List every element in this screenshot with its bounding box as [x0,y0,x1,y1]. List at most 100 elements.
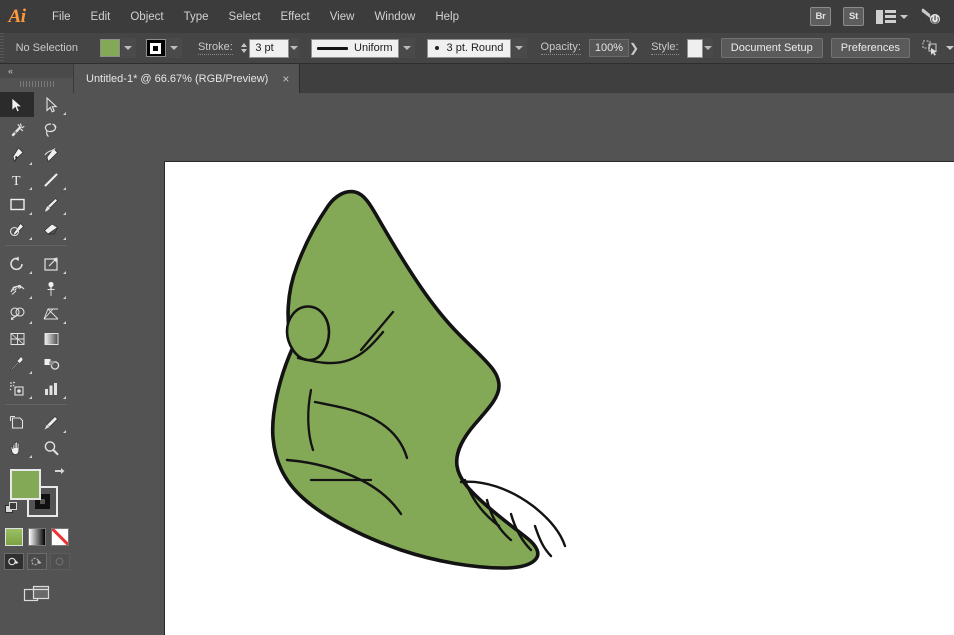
column-graph-tool[interactable] [34,376,68,401]
app-logo-icon: Ai [0,0,34,33]
pen-tool[interactable] [0,142,34,167]
stroke-profile-select[interactable]: Uniform [311,39,399,58]
tool-divider-1 [5,245,67,246]
eyedropper-tool[interactable] [0,351,34,376]
fill-color-dropdown[interactable] [121,38,136,58]
tools-grid-navigation [0,408,72,460]
menu-items: File Edit Object Type Select Effect View… [42,0,469,33]
hand-tool[interactable] [0,435,34,460]
draw-behind-button[interactable] [27,553,47,570]
menu-view[interactable]: View [320,6,365,28]
mesh-tool[interactable] [0,326,34,351]
stroke-weight-input[interactable]: 3 pt [249,39,288,58]
eraser-tool[interactable] [34,217,68,242]
close-icon[interactable]: × [282,73,289,85]
chevron-down-icon [900,15,908,19]
menu-select[interactable]: Select [219,6,271,28]
tool-divider-2 [5,404,67,405]
tools-grid-transform [0,249,72,401]
artboard[interactable]: B ® [164,161,954,635]
magic-wand-tool[interactable] [0,117,34,142]
graphic-style-dropdown[interactable] [704,38,713,58]
color-mode-button[interactable] [5,528,23,546]
stroke-color-dropdown[interactable] [167,38,182,58]
selection-status: No Selection [16,42,78,54]
opacity-label: Opacity: [541,41,581,55]
swap-fill-stroke-icon[interactable] [52,466,66,480]
menu-effect[interactable]: Effect [271,6,320,28]
gradient-mode-button[interactable] [28,528,46,546]
control-bar-grip[interactable] [0,33,4,63]
default-fill-stroke-icon[interactable] [5,502,18,515]
opacity-options-button[interactable]: ❯ [629,38,639,58]
bridge-icon: Br [810,7,831,26]
direct-selection-tool[interactable] [34,92,68,117]
scale-tool[interactable] [34,251,68,276]
document-setup-button[interactable]: Document Setup [721,38,823,58]
gradient-tool[interactable] [34,326,68,351]
search-icon [920,8,942,26]
menu-help[interactable]: Help [425,6,469,28]
screen-mode-button[interactable] [0,584,73,604]
zoom-tool[interactable] [34,435,68,460]
selection-tool[interactable] [0,92,34,117]
illustrator-window: Ai File Edit Object Type Select Effect V… [0,0,954,635]
uniform-stroke-icon [317,47,348,50]
shape-builder-tool[interactable] [0,301,34,326]
tools-panel-grip[interactable] [0,78,73,90]
width-tool[interactable] [0,276,34,301]
draw-inside-button[interactable] [50,553,70,570]
brush-definition-dropdown[interactable] [512,38,527,58]
brush-icon [435,46,439,50]
tools-grid-primary: T [0,90,72,242]
toolbar-fill-swatch[interactable] [10,469,41,500]
stroke-color-swatch[interactable] [146,39,166,57]
slice-tool[interactable] [34,410,68,435]
shaper-tool[interactable] [0,217,34,242]
blend-tool[interactable] [34,351,68,376]
stock-button[interactable]: St [843,7,864,26]
menu-type[interactable]: Type [174,6,219,28]
arrange-documents-button[interactable] [876,10,908,24]
select-similar-objects-icon[interactable] [922,40,940,56]
rectangle-tool[interactable] [0,192,34,217]
none-mode-button[interactable] [51,528,69,546]
stroke-weight-stepper[interactable] [241,39,248,57]
artboard-tool[interactable] [0,410,34,435]
fill-type-buttons [0,528,73,546]
preferences-button[interactable]: Preferences [831,38,910,58]
opacity-input[interactable]: 100% [589,39,629,57]
free-transform-tool[interactable] [34,276,68,301]
color-controls [0,464,72,524]
draw-normal-button[interactable] [4,553,24,570]
document-tab[interactable]: Untitled-1* @ 66.67% (RGB/Preview) × [74,64,300,93]
paintbrush-tool[interactable] [34,192,68,217]
perspective-grid-tool[interactable] [34,301,68,326]
arrange-documents-icon [876,10,896,24]
collapse-panel-icon[interactable]: « [8,66,12,76]
curvature-tool[interactable] [34,142,68,167]
line-segment-tool[interactable] [34,167,68,192]
type-tool[interactable]: T [0,167,34,192]
svg-text:T: T [12,174,21,188]
menu-edit[interactable]: Edit [81,6,121,28]
stroke-weight-dropdown[interactable] [290,38,299,58]
green-hand-illustration[interactable] [165,162,765,582]
graphic-style-swatch[interactable] [687,39,703,58]
stroke-profile-dropdown[interactable] [400,38,415,58]
symbol-sprayer-tool[interactable] [0,376,34,401]
drawing-mode-buttons [0,553,73,570]
rotate-tool[interactable] [0,251,34,276]
fill-color-swatch[interactable] [100,39,120,57]
control-bar: No Selection Stroke: 3 pt Uniform 3 pt. [0,33,954,64]
menu-window[interactable]: Window [364,6,425,28]
menu-object[interactable]: Object [120,6,173,28]
search-adobe-stock-button[interactable] [920,8,948,26]
lasso-tool[interactable] [34,117,68,142]
bridge-button[interactable]: Br [810,7,831,26]
canvas-area[interactable]: B ® [73,93,954,635]
control-bar-overflow-chevron-icon[interactable] [946,46,954,50]
brush-definition-label: 3 pt. Round [447,42,504,54]
menu-file[interactable]: File [42,6,81,28]
brush-definition-select[interactable]: 3 pt. Round [427,39,511,58]
